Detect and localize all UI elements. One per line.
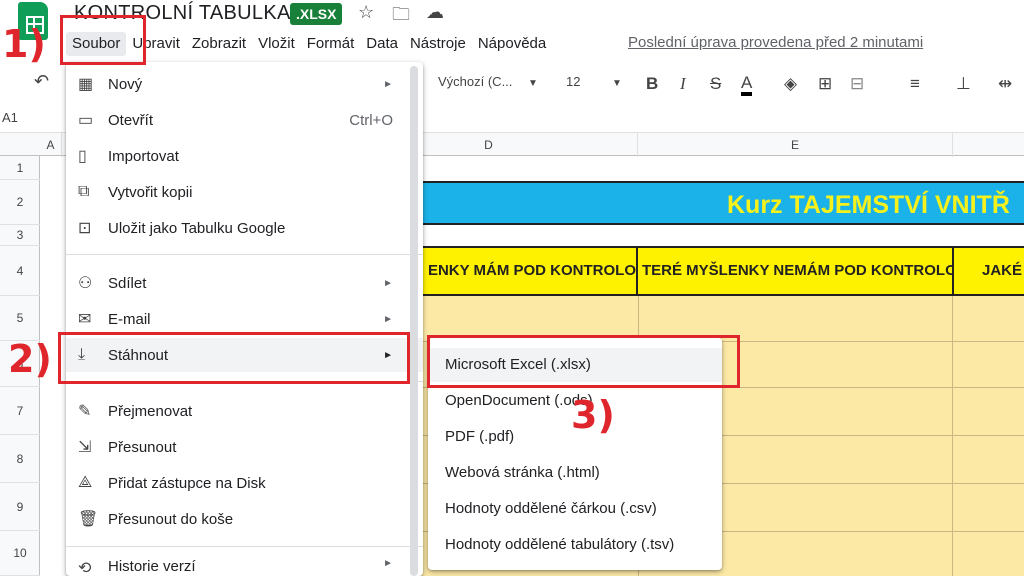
copy-icon: ⧉ (78, 183, 90, 200)
annotation-number-3: 3) (571, 393, 615, 437)
trash-icon: 🗑 (78, 511, 99, 528)
history-icon: ⟲ (78, 560, 92, 576)
annotation-number-1: 1) (2, 22, 46, 66)
font-size-dropdown-chevron-icon[interactable]: ▼ (612, 78, 622, 89)
file-menu: ▦ Nový ► ▭ Otevřít Ctrl+O ▯ Importovat ⧉… (66, 62, 423, 576)
file-menu-new[interactable]: ▦ Nový ► (66, 67, 423, 101)
file-menu-label: Uložit jako Tabulku Google (108, 219, 286, 237)
annotation-number-2: 2) (8, 337, 52, 381)
row-header[interactable]: 10 (0, 531, 40, 576)
menu-tools[interactable]: Nástroje (404, 32, 472, 56)
file-menu-label: Nový (108, 75, 143, 93)
menu-format[interactable]: Formát (301, 32, 361, 56)
file-menu-add-shortcut[interactable]: ⟁ Přidat zástupce na Disk (66, 466, 423, 500)
file-menu-share[interactable]: ⚇ Sdílet ► (66, 266, 423, 300)
header-cell-d[interactable]: ENKY MÁM POD KONTROLO (420, 248, 638, 294)
sheet-banner[interactable]: Kurz TAJEMSTVÍ VNITŘ (420, 181, 1024, 225)
rename-icon: ✎ (78, 403, 92, 420)
download-csv[interactable]: Hodnoty oddělené čárkou (.csv) (428, 492, 722, 526)
file-menu-label: Přidat zástupce na Disk (108, 474, 266, 492)
file-menu-label: Historie verzí (108, 558, 196, 575)
text-color-button[interactable]: A (741, 74, 753, 96)
file-menu-rename[interactable]: ✎ Přejmenovat (66, 394, 423, 428)
menu-view[interactable]: Zobrazit (186, 32, 252, 56)
fill-color-icon[interactable]: ◈ (784, 74, 797, 94)
cloud-icon[interactable]: ☁ (426, 2, 444, 23)
name-box[interactable]: A1 (2, 110, 18, 125)
menu-scrollbar[interactable] (410, 66, 418, 576)
text-wrap-icon[interactable]: ⇹ (998, 74, 1012, 94)
annotation-box-3 (427, 335, 740, 388)
download-html[interactable]: Webová stránka (.html) (428, 456, 722, 490)
file-menu-open[interactable]: ▭ Otevřít Ctrl+O (66, 103, 423, 137)
move-icon: ⇲ (78, 439, 92, 456)
row-header[interactable]: 5 (0, 296, 40, 341)
annotation-box-2 (58, 332, 410, 384)
align-icon[interactable]: ≡ (910, 74, 920, 94)
menu-insert[interactable]: Vložit (252, 32, 301, 56)
share-icon: ⚇ (78, 275, 93, 292)
borders-icon[interactable]: ⊞ (818, 74, 832, 94)
file-menu-label: Přesunout (108, 438, 177, 456)
menu-data[interactable]: Data (360, 32, 404, 56)
file-menu-email[interactable]: ✉ E-mail ► (66, 302, 423, 336)
bold-button[interactable]: B (646, 74, 658, 94)
file-menu-save-as-google-sheet[interactable]: ⊡ Uložit jako Tabulku Google (66, 211, 423, 245)
file-menu-version-history[interactable]: ⟲ Historie verzí ► (66, 558, 423, 576)
column-header-a[interactable]: A (40, 133, 62, 157)
new-icon: ▦ (78, 76, 94, 93)
merge-cells-icon[interactable]: ⊟ (850, 74, 864, 94)
file-menu-label: E-mail (108, 310, 151, 328)
vertical-align-icon[interactable]: ⊥ (956, 74, 971, 94)
file-menu-label: Vytvořit kopii (108, 183, 193, 201)
file-menu-label: Přesunout do koše (108, 510, 234, 528)
file-menu-label: Otevřít (108, 111, 154, 129)
row-header[interactable]: 4 (0, 246, 40, 296)
file-menu-import[interactable]: ▯ Importovat (66, 139, 423, 173)
mail-icon: ✉ (78, 311, 92, 328)
save-icon: ⊡ (78, 220, 92, 237)
file-menu-make-copy[interactable]: ⧉ Vytvořit kopii (66, 175, 423, 209)
file-menu-label: Importovat (108, 147, 179, 165)
star-icon[interactable]: ☆ (358, 2, 374, 23)
strikethrough-button[interactable]: S (710, 74, 721, 94)
file-format-badge: .XLSX (290, 3, 343, 25)
row-header[interactable]: 9 (0, 483, 40, 531)
row-header[interactable]: 1 (0, 156, 40, 180)
italic-button[interactable]: I (680, 74, 686, 94)
column-header-e[interactable]: E (638, 133, 953, 157)
font-dropdown-chevron-icon[interactable]: ▼ (528, 78, 538, 89)
row-header[interactable]: 8 (0, 435, 40, 483)
undo-icon[interactable]: ↶ (34, 71, 49, 92)
banner-text: Kurz TAJEMSTVÍ VNITŘ (727, 191, 1010, 219)
download-tsv[interactable]: Hodnoty oddělené tabulátory (.tsv) (428, 528, 722, 562)
row-header[interactable]: 7 (0, 387, 40, 435)
folder-icon: ▭ (78, 112, 94, 129)
move-folder-icon[interactable]: 🗀 (392, 2, 410, 32)
drive-shortcut-icon: ⟁ (78, 474, 93, 491)
font-family-select[interactable]: Výchozí (C... (438, 74, 512, 89)
file-menu-move[interactable]: ⇲ Přesunout (66, 430, 423, 464)
header-cell-f[interactable]: JAKÉ M (954, 248, 1024, 294)
gridline (952, 296, 953, 576)
row-header[interactable]: 2 (0, 180, 40, 225)
menu-help[interactable]: Nápověda (472, 32, 552, 56)
file-menu-trash[interactable]: 🗑 Přesunout do koše (66, 502, 423, 536)
menu-divider (66, 546, 423, 547)
file-menu-label: Sdílet (108, 274, 147, 292)
font-size-select[interactable]: 12 (566, 74, 580, 89)
annotation-box-1 (60, 15, 146, 65)
row-header[interactable]: 3 (0, 225, 40, 246)
import-icon: ▯ (78, 148, 87, 165)
header-cell-e[interactable]: TERÉ MYŠLENKY NEMÁM POD KONTROLO (638, 248, 954, 294)
last-edit-link[interactable]: Poslední úprava provedena před 2 minutam… (628, 34, 923, 51)
table-header-row: ENKY MÁM POD KONTROLO TERÉ MYŠLENKY NEMÁ… (420, 246, 1024, 296)
file-menu-label: Přejmenovat (108, 402, 193, 420)
menu-divider (66, 254, 423, 255)
